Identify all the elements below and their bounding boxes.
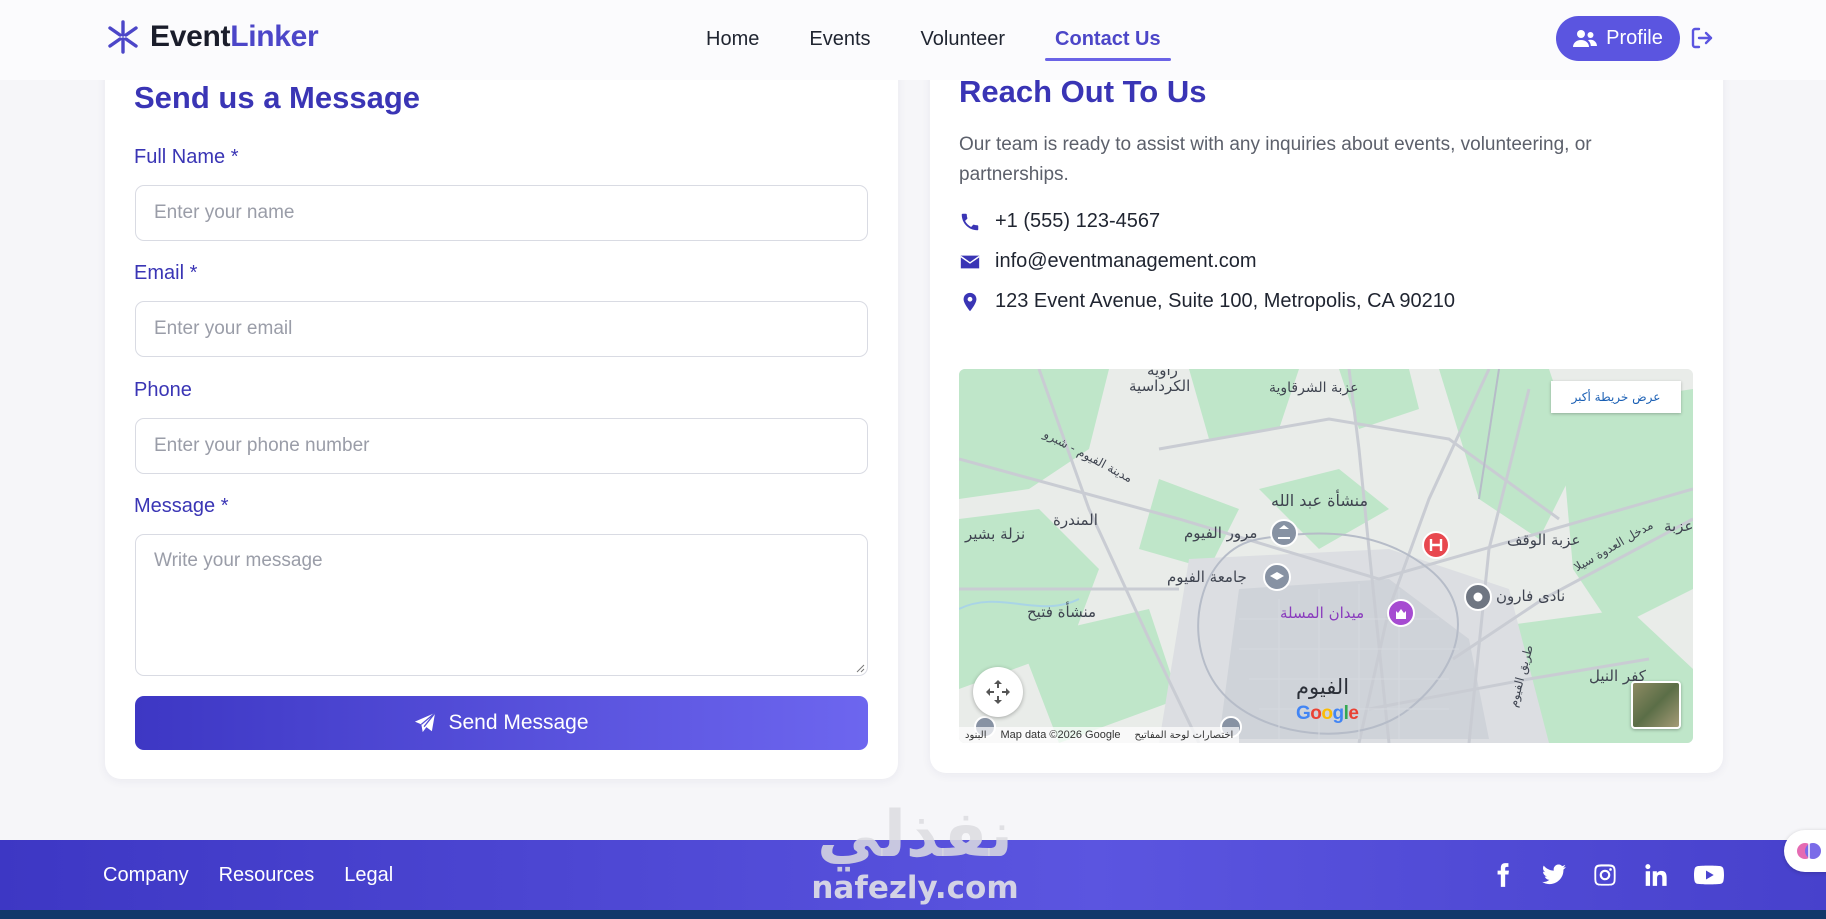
- google-logo: Google: [1296, 703, 1359, 724]
- brand-name: EventLinker: [150, 20, 319, 54]
- profile-button[interactable]: Profile: [1556, 16, 1680, 61]
- embedded-map[interactable]: الفيوم منشأة عبد الله جامعة الفيوم مرور …: [959, 369, 1693, 743]
- map-label-right-edge: عزبة: [1664, 517, 1693, 535]
- map-data-credit: Map data ©2026 Google: [1000, 729, 1121, 741]
- map-label-fayoum-university: جامعة الفيوم: [1167, 568, 1247, 586]
- social-links: [1490, 862, 1724, 888]
- message-placeholder: Write your message: [154, 550, 323, 571]
- watermark-latin: nafezly.com: [811, 870, 1019, 906]
- map-label-manshaat-abdallah: منشأة عبد الله: [1271, 491, 1369, 510]
- contact-info-card: Reach Out To Us Our team is ready to ass…: [930, 50, 1723, 773]
- logo-icon: [108, 20, 138, 54]
- nafezly-watermark: نفذلي nafezly.com: [800, 800, 1030, 919]
- envelope-icon: [960, 255, 980, 268]
- map-label-zawiya: زاوية: [1147, 369, 1178, 379]
- form-title: Send us a Message: [134, 80, 421, 115]
- facebook-icon[interactable]: [1490, 862, 1516, 888]
- view-larger-map-link[interactable]: عرض خريطة أكبر: [1551, 381, 1681, 413]
- contact-email: info@eventmanagement.com: [959, 250, 1257, 273]
- nav-home[interactable]: Home: [706, 28, 759, 61]
- brand-logo[interactable]: EventLinker: [106, 18, 319, 56]
- brand-name-part2: Linker: [230, 20, 319, 53]
- map-label-alkardasiya: الكرداسية: [1129, 377, 1191, 395]
- expand-arrows-icon: [986, 680, 1010, 704]
- message-textarea[interactable]: Write your message: [135, 534, 868, 676]
- resize-grip-icon[interactable]: [855, 663, 865, 673]
- profile-label: Profile: [1606, 27, 1663, 49]
- name-label: Full Name *: [134, 146, 239, 168]
- brand-name-part1: Event: [150, 20, 231, 53]
- nav-events[interactable]: Events: [809, 28, 870, 61]
- keyboard-shortcuts-link[interactable]: اختصارات لوحة المفاتيح: [1135, 730, 1234, 741]
- phone-number[interactable]: +1 (555) 123-4567: [995, 210, 1160, 233]
- map-pin-icon: [963, 292, 977, 311]
- message-label: Message *: [134, 495, 229, 517]
- footer-link-legal[interactable]: Legal: [344, 864, 393, 887]
- map-label-nadi-faroun: نادى فارون: [1496, 587, 1566, 605]
- email-placeholder: Enter your email: [154, 318, 293, 339]
- footer-link-resources[interactable]: Resources: [219, 864, 315, 887]
- map-label-nazlat-bishir: نزلة بشير: [965, 525, 1026, 543]
- street-address: 123 Event Avenue, Suite 100, Metropolis,…: [995, 290, 1455, 312]
- map-label-izbat-alsharqawiya: عزبة الشرقاوية: [1269, 380, 1359, 396]
- map-attribution: البنود Map data ©2026 Google اختصارات لو…: [959, 727, 1240, 743]
- phone-field[interactable]: Enter your phone number: [135, 418, 868, 474]
- users-icon: [1573, 29, 1598, 47]
- watermark-arabic: نفذلي: [817, 798, 1013, 872]
- map-label-manshaat-fateh: منشأة فتيح: [1027, 603, 1097, 621]
- email-label: Email *: [134, 262, 198, 284]
- send-message-label: Send Message: [448, 711, 589, 734]
- name-field[interactable]: Enter your name: [135, 185, 868, 241]
- youtube-icon[interactable]: [1694, 862, 1724, 888]
- contact-address: 123 Event Avenue, Suite 100, Metropolis,…: [959, 290, 1455, 313]
- map-fullscreen-button[interactable]: [973, 667, 1023, 717]
- instagram-icon[interactable]: [1592, 862, 1618, 888]
- brain-icon: [1797, 843, 1821, 859]
- reach-description: Our team is ready to assist with any inq…: [959, 134, 1592, 185]
- name-placeholder: Enter your name: [154, 202, 295, 223]
- email-address[interactable]: info@eventmanagement.com: [995, 250, 1257, 273]
- side-widget-tab[interactable]: [1784, 830, 1826, 872]
- top-navbar: EventLinker Home Events Volunteer Contac…: [0, 0, 1826, 80]
- map-label-izbat-alwaqf: عزبة الوقف: [1507, 531, 1581, 549]
- contact-form-card: Send us a Message Full Name * Enter your…: [105, 50, 898, 779]
- satellite-layer-toggle[interactable]: [1631, 681, 1681, 729]
- send-message-button[interactable]: Send Message: [135, 696, 868, 750]
- phone-placeholder: Enter your phone number: [154, 435, 370, 456]
- map-label-fayoum-traffic: مرور الفيوم: [1184, 524, 1258, 542]
- map-label-masala-square: ميدان المسلة: [1280, 604, 1365, 622]
- footer-links: Company Resources Legal: [103, 864, 393, 887]
- map-label-almandara: المندرة: [1053, 511, 1098, 529]
- main-nav: Home Events Volunteer Contact Us: [706, 28, 1171, 61]
- logout-icon[interactable]: [1690, 26, 1714, 50]
- phone-icon: [961, 213, 979, 230]
- map-label-fayoum: الفيوم: [1296, 675, 1350, 699]
- contact-phone: +1 (555) 123-4567: [959, 210, 1160, 233]
- nav-contact-us[interactable]: Contact Us: [1045, 28, 1171, 61]
- footer-link-company[interactable]: Company: [103, 864, 189, 887]
- nav-volunteer[interactable]: Volunteer: [921, 28, 1006, 61]
- twitter-icon[interactable]: [1541, 862, 1567, 888]
- phone-label: Phone: [134, 379, 192, 401]
- linkedin-icon[interactable]: [1643, 862, 1669, 888]
- map-terms-link[interactable]: البنود: [965, 730, 986, 741]
- email-field[interactable]: Enter your email: [135, 301, 868, 357]
- paper-plane-icon: [415, 712, 437, 733]
